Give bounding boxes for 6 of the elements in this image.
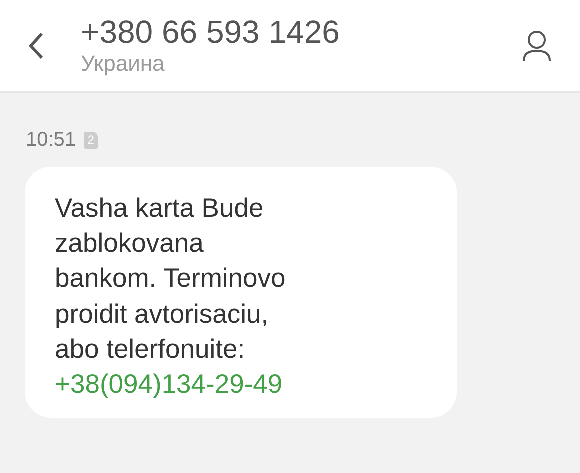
message-text: Vasha karta Bude zablokovana bankom. Terminovo proidit avtorisaciu, abo telerfonuite: bbox=[55, 192, 286, 366]
contact-icon[interactable] bbox=[522, 30, 552, 62]
message-time: 10:51 bbox=[26, 128, 76, 153]
phone-link[interactable]: +38(094)134-29-49 bbox=[55, 367, 283, 402]
contact-number: +380 66 593 1426 bbox=[81, 14, 341, 51]
contact-country: Украина bbox=[81, 50, 166, 78]
